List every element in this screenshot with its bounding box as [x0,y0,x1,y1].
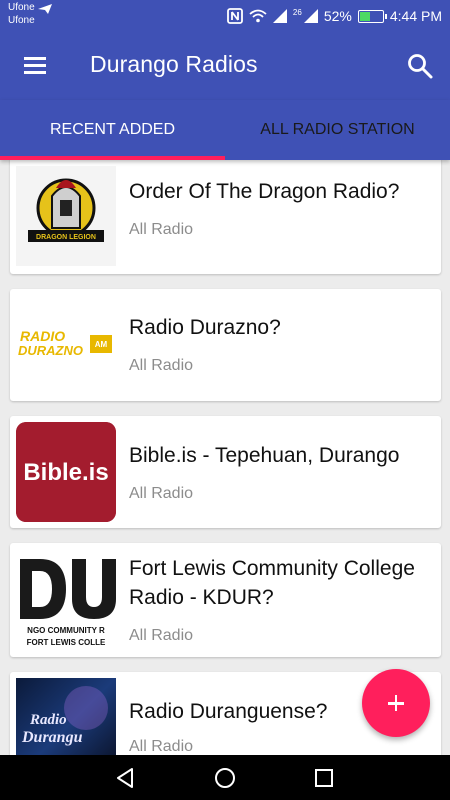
station-card[interactable]: DRAGON LEGION Order Of The Dragon Radio?… [10,160,441,274]
station-card[interactable]: Bible.is Bible.is - Tepehuan, Durango Al… [10,416,441,528]
recents-square-icon[interactable] [311,765,337,791]
status-bar: Ufone Ufone 26 52% 4:44 PM [0,0,450,32]
carrier-name-2: Ufone [8,15,35,26]
station-title: Fort Lewis Community College Radio - KDU… [129,557,415,609]
nfc-icon [227,8,243,24]
svg-text:Bible.is: Bible.is [23,459,108,486]
station-logo: NGO COMMUNITY R FORT LEWIS COLLE [16,557,116,657]
svg-text:Radio: Radio [29,712,67,728]
battery-percent: 52% [323,8,352,24]
station-logo: DRAGON LEGION [16,166,116,266]
tab-label: RECENT ADDED [49,121,176,138]
wifi-icon [249,9,267,23]
station-title: Bible.is - Tepehuan, Durango [129,444,400,467]
bible-is-logo: Bible.is [16,422,116,522]
dragon-legion-logo: DRAGON LEGION [16,166,116,266]
home-circle-icon[interactable] [212,765,238,791]
station-logo: RADIO DURAZNO AM [16,295,116,395]
station-card[interactable]: NGO COMMUNITY R FORT LEWIS COLLE Fort Le… [10,543,441,657]
signal-icon-2 [303,9,318,23]
radio-durazno-logo: RADIO DURAZNO AM [16,295,116,395]
signal-icon [272,9,287,23]
status-icons: 26 52% 4:44 PM [227,6,442,26]
station-category: All Radio [129,627,194,644]
svg-text:Durangu: Durangu [21,729,83,746]
svg-text:NGO COMMUNITY R: NGO COMMUNITY R [27,626,105,635]
app-title: Durango Radios [90,51,258,77]
station-category: All Radio [129,357,194,374]
system-nav-bar [0,755,450,800]
tab-label: ALL RADIO STATION [260,121,415,138]
add-fab-button[interactable] [362,669,430,737]
active-tab-indicator [0,156,225,160]
station-title: Radio Durazno? [129,316,281,339]
station-logo: Bible.is [16,422,116,522]
svg-text:FORT LEWIS COLLE: FORT LEWIS COLLE [27,638,106,647]
svg-text:DURAZNO: DURAZNO [18,343,83,358]
station-category: All Radio [129,485,194,502]
station-logo: Radio Durangu [16,678,116,755]
kdur-logo: NGO COMMUNITY R FORT LEWIS COLLE [16,557,116,657]
station-category: All Radio [129,738,194,755]
plus-icon-vertical [394,695,398,711]
radio-duranguense-logo: Radio Durangu [16,678,116,755]
station-list[interactable]: DRAGON LEGION Order Of The Dragon Radio?… [0,160,450,755]
station-card[interactable]: RADIO DURAZNO AM Radio Durazno? All Radi… [10,289,441,401]
battery-icon [357,9,387,23]
tab-recent-added[interactable]: RECENT ADDED [0,100,225,160]
carrier-info: Ufone Ufone [8,2,35,28]
svg-text:RADIO: RADIO [20,328,65,344]
menu-button[interactable] [18,52,52,80]
svg-text:AM: AM [95,340,108,349]
battery-level-fill [359,11,371,21]
station-category: All Radio [129,221,194,238]
svg-text:DRAGON LEGION: DRAGON LEGION [36,234,96,241]
tab-all-radio-station[interactable]: ALL RADIO STATION [225,100,450,160]
station-title: Order Of The Dragon Radio? [129,180,400,203]
app-bar: Durango Radios [0,32,450,100]
clock: 4:44 PM [389,8,442,24]
carrier-name-1: Ufone [8,2,35,13]
back-triangle-icon[interactable] [113,765,139,791]
network-type-label: 26 [292,7,302,17]
search-icon[interactable] [406,52,434,80]
send-icon [38,4,52,14]
tab-bar: RECENT ADDED ALL RADIO STATION [0,100,450,160]
